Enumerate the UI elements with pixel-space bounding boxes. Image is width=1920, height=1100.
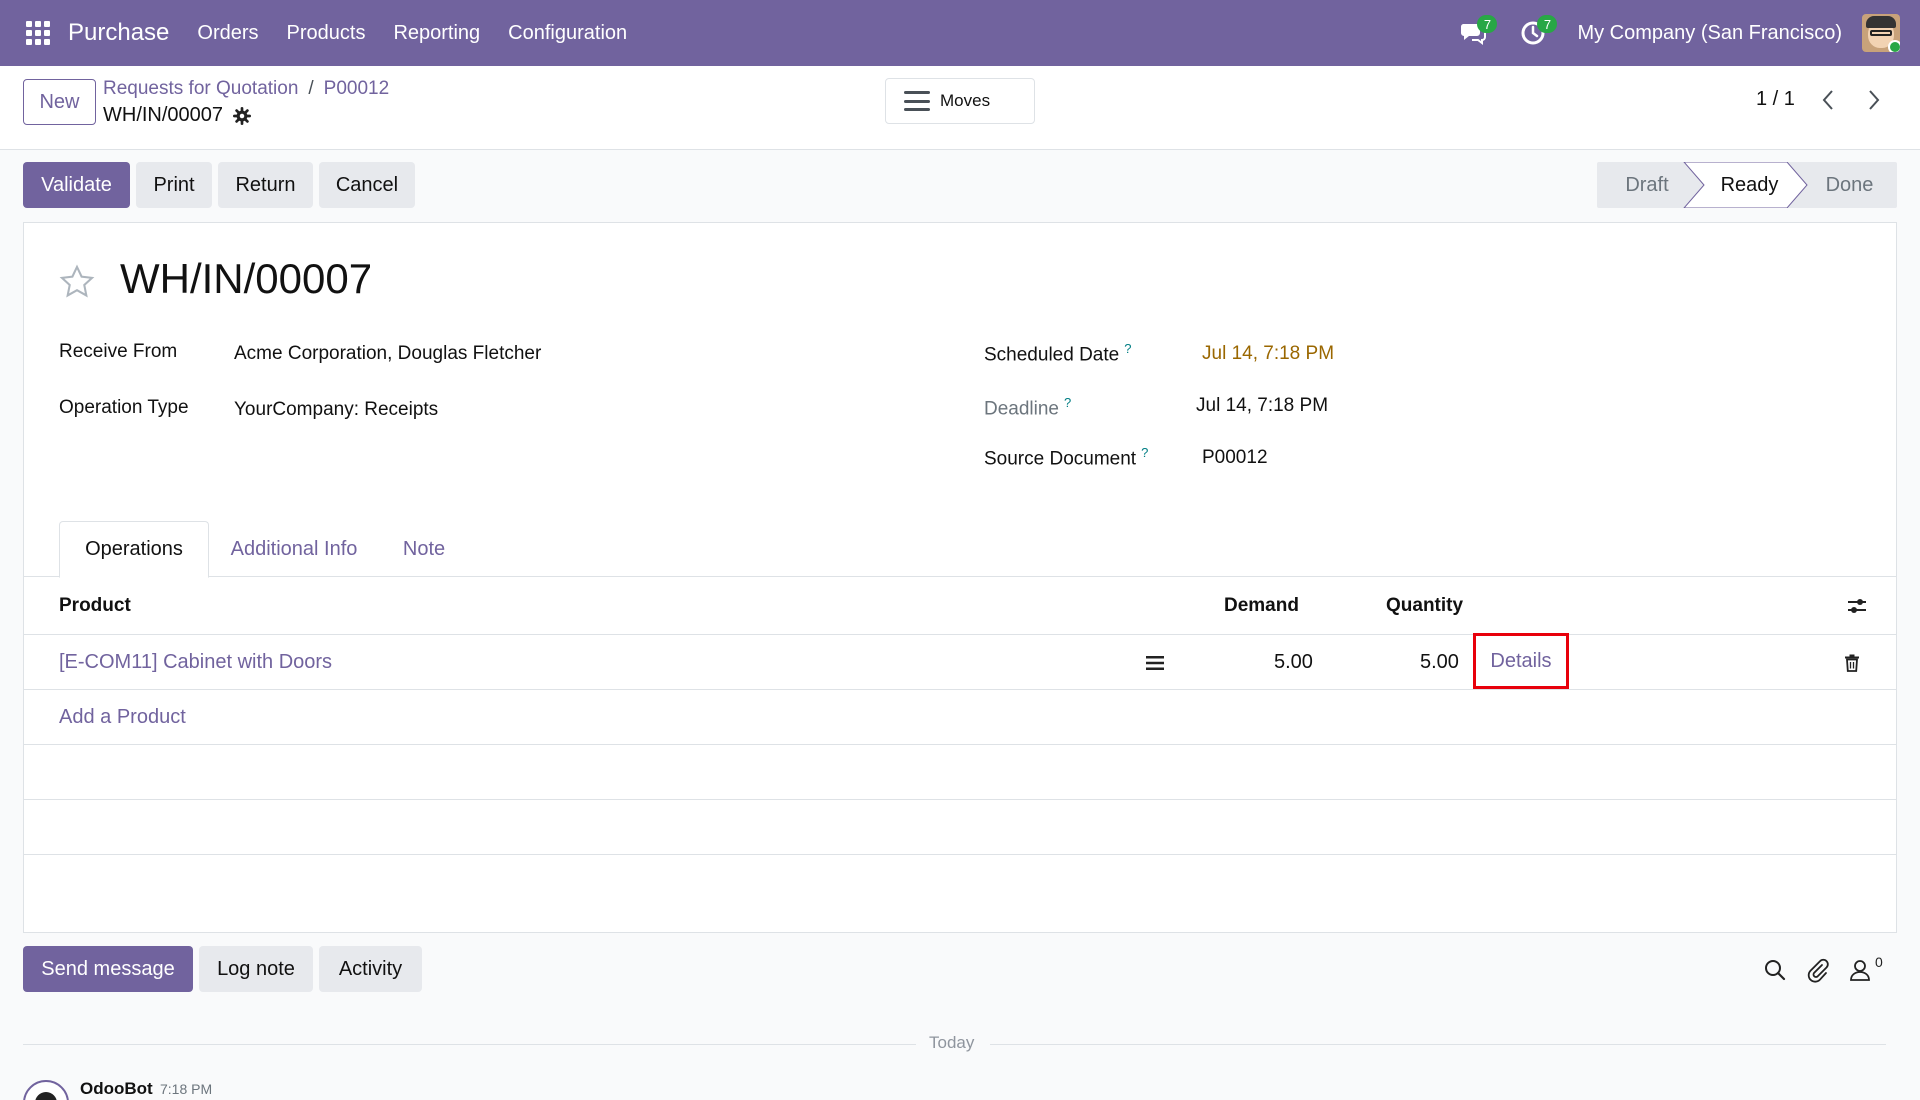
operation-type-field[interactable]: YourCompany: Receipts: [234, 399, 438, 421]
activity-button[interactable]: Activity: [319, 946, 422, 992]
moves-smart-button[interactable]: Moves: [885, 78, 1035, 124]
form-sheet: WH/IN/00007 Receive From Acme Corporatio…: [23, 222, 1897, 933]
log-note-button[interactable]: Log note: [199, 946, 313, 992]
quantity-cell[interactable]: 5.00: [1420, 636, 1459, 689]
move-details-icon[interactable]: [1146, 636, 1164, 689]
control-panel: New Requests for Quotation / P00012 WH/IN/…: [0, 66, 1920, 150]
help-icon[interactable]: ?: [1141, 445, 1148, 460]
product-cell[interactable]: [E-COM11] Cabinet with Doors: [59, 636, 332, 689]
source-document-field[interactable]: P00012: [1202, 447, 1268, 469]
stage-draft[interactable]: Draft: [1597, 162, 1697, 208]
paperclip-icon[interactable]: [1805, 957, 1831, 983]
validate-button[interactable]: Validate: [23, 162, 130, 208]
online-status-icon: [1888, 40, 1900, 52]
user-avatar[interactable]: [1862, 14, 1900, 52]
menu-products[interactable]: Products: [287, 22, 366, 45]
demand-cell[interactable]: 5.00: [1274, 636, 1313, 689]
column-demand[interactable]: Demand: [1224, 577, 1299, 635]
record-name-label: WH/IN/00007: [103, 104, 224, 126]
add-product-link[interactable]: Add a Product: [59, 691, 186, 744]
operations-table-header: Product Demand Quantity: [24, 577, 1896, 635]
activities-button[interactable]: 7: [1513, 13, 1558, 53]
return-button[interactable]: Return: [218, 162, 313, 208]
moves-label: Moves: [940, 91, 991, 110]
notebook-tabs: Operations Additional Info Note: [24, 521, 1896, 578]
today-separator: Today: [929, 1033, 975, 1052]
menu-reporting[interactable]: Reporting: [393, 22, 480, 45]
column-product[interactable]: Product: [59, 577, 131, 635]
source-document-label: Source Document?: [984, 445, 1148, 470]
status-bar: Draft Ready Done: [1597, 162, 1897, 208]
scheduled-date-label: Scheduled Date?: [984, 341, 1131, 366]
activities-badge: 7: [1537, 15, 1558, 33]
message-author[interactable]: OdooBot: [80, 1079, 153, 1099]
menu-configuration[interactable]: Configuration: [508, 22, 627, 45]
current-record: WH/IN/00007: [103, 104, 252, 127]
pager-previous-icon[interactable]: [1814, 86, 1842, 114]
details-button[interactable]: Details: [1473, 633, 1569, 689]
deadline-label: Deadline?: [984, 395, 1071, 420]
column-settings-icon[interactable]: [1846, 577, 1868, 635]
empty-row: [24, 801, 1896, 855]
tab-operations[interactable]: Operations: [59, 521, 209, 578]
trash-icon[interactable]: [1844, 636, 1860, 689]
divider: [23, 1044, 916, 1045]
top-navbar: Purchase Orders Products Reporting Confi…: [0, 0, 1920, 66]
send-message-button[interactable]: Send message: [23, 946, 193, 992]
divider: [990, 1044, 1886, 1045]
scheduled-date-text: Scheduled Date: [984, 344, 1120, 366]
stage-done[interactable]: Done: [1802, 162, 1897, 208]
breadcrumb-rfq[interactable]: Requests for Quotation: [103, 78, 298, 99]
tab-additional-info[interactable]: Additional Info: [219, 521, 369, 577]
company-switcher[interactable]: My Company (San Francisco): [1577, 22, 1842, 45]
receive-from-label: Receive From: [59, 341, 178, 362]
followers-icon[interactable]: [1848, 957, 1874, 983]
table-row[interactable]: [E-COM11] Cabinet with Doors 5.00 5.00 D…: [24, 633, 1896, 690]
menu-orders[interactable]: Orders: [197, 22, 258, 45]
receive-from-field[interactable]: Acme Corporation, Douglas Fletcher: [234, 343, 541, 365]
cancel-button[interactable]: Cancel: [319, 162, 415, 208]
list-icon: [904, 91, 930, 111]
pager-next-icon[interactable]: [1860, 86, 1888, 114]
stage-ready[interactable]: Ready: [1697, 162, 1802, 208]
breadcrumb-separator: /: [308, 78, 314, 99]
star-icon[interactable]: [58, 263, 96, 301]
messages-button[interactable]: 7: [1453, 13, 1498, 53]
gear-icon[interactable]: [233, 106, 252, 125]
help-icon[interactable]: ?: [1064, 395, 1071, 410]
followers-count: 0: [1875, 954, 1883, 970]
deadline-field: Jul 14, 7:18 PM: [1196, 395, 1329, 416]
help-icon[interactable]: ?: [1124, 341, 1131, 356]
pager-value[interactable]: 1 / 1: [1756, 88, 1795, 111]
source-document-text: Source Document: [984, 448, 1137, 470]
messages-badge: 7: [1477, 15, 1498, 33]
new-button[interactable]: New: [23, 79, 96, 125]
scheduled-date-field[interactable]: Jul 14, 7:18 PM: [1202, 343, 1334, 365]
record-title: WH/IN/00007: [120, 255, 373, 302]
empty-row: [24, 746, 1896, 800]
operation-type-label: Operation Type: [59, 397, 189, 418]
tab-note[interactable]: Note: [379, 521, 469, 577]
message-time: 7:18 PM: [160, 1081, 213, 1097]
search-icon[interactable]: [1762, 957, 1788, 983]
apps-menu-icon[interactable]: [26, 21, 50, 45]
odoobot-avatar[interactable]: [23, 1080, 69, 1100]
deadline-text: Deadline: [984, 398, 1059, 420]
breadcrumb-po[interactable]: P00012: [324, 78, 390, 99]
breadcrumb: Requests for Quotation / P00012: [103, 78, 389, 100]
app-brand[interactable]: Purchase: [68, 19, 169, 47]
column-quantity[interactable]: Quantity: [1386, 577, 1463, 635]
add-product-row: Add a Product: [24, 691, 1896, 745]
print-button[interactable]: Print: [136, 162, 212, 208]
